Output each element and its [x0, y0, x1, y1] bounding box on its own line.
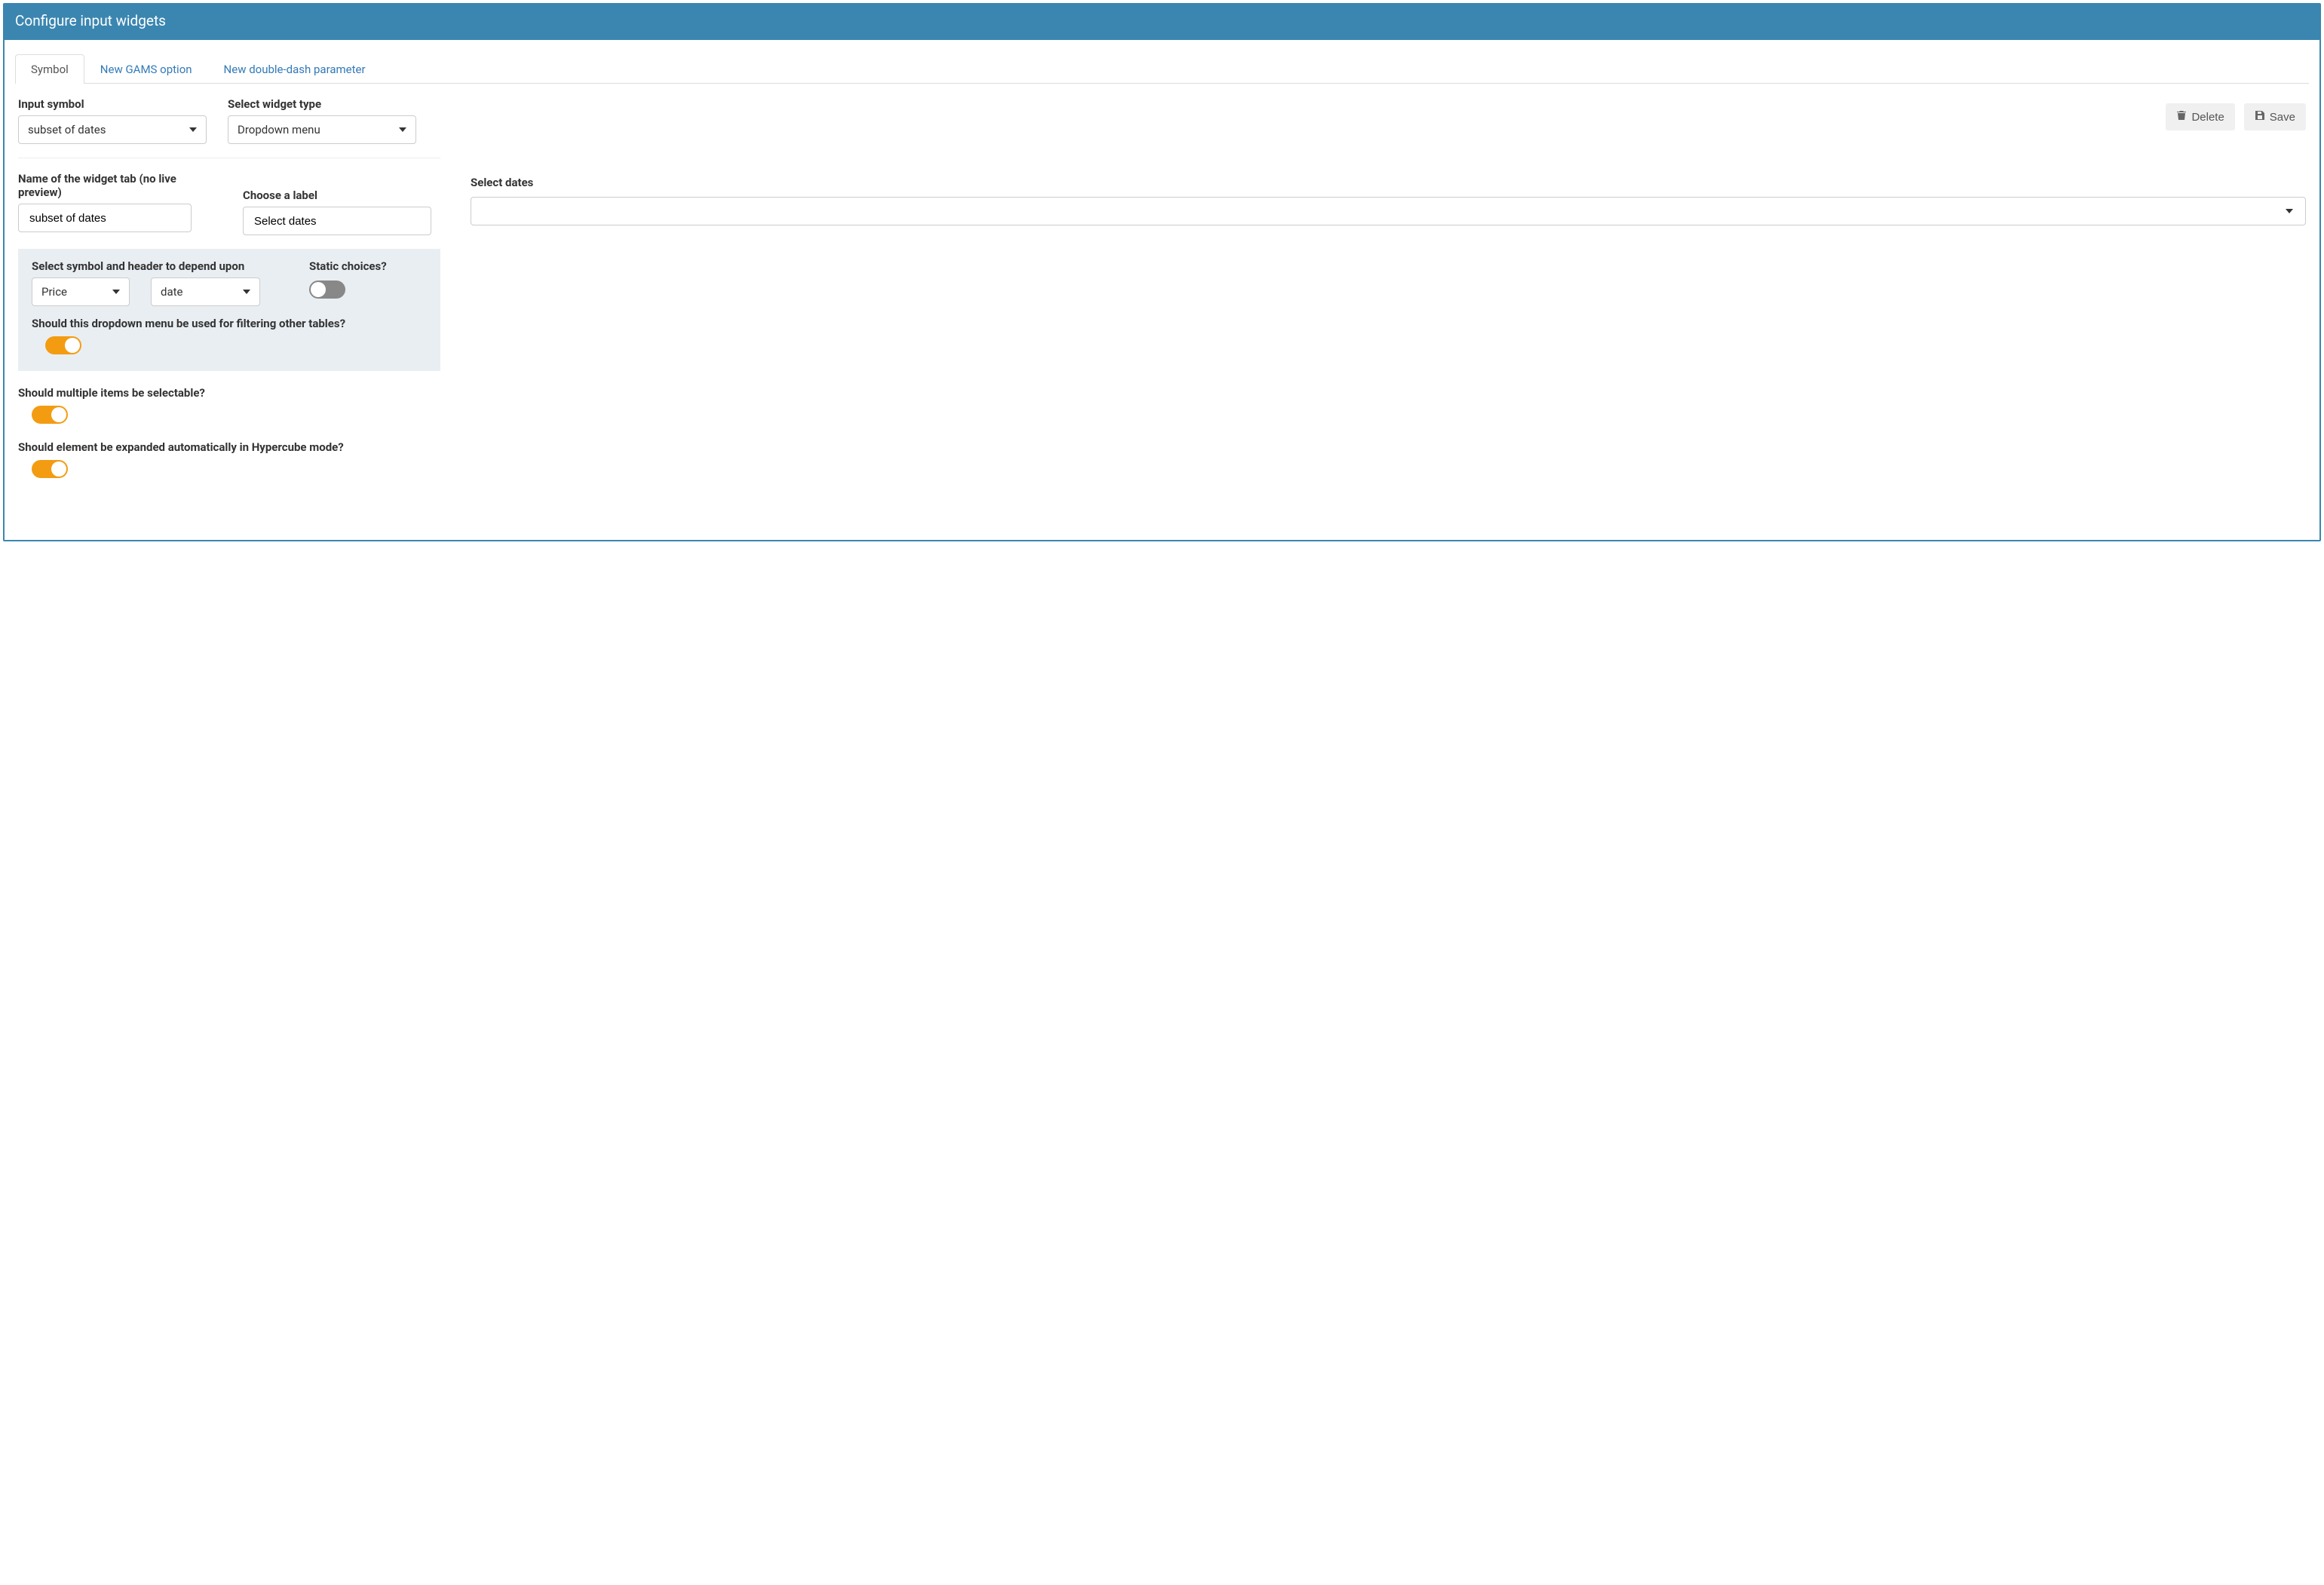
row-symbol-widget-type: Input symbol subset of dates Select widg… — [18, 97, 440, 144]
tab-label: New double-dash parameter — [224, 63, 366, 76]
toggle-auto-expand[interactable] — [32, 460, 68, 478]
trash-icon — [2176, 110, 2187, 124]
configure-widgets-window: Configure input widgets Symbol New GAMS … — [3, 3, 2321, 541]
select-depend-symbol-value: Price — [41, 285, 67, 299]
select-widget-type-value: Dropdown menu — [238, 123, 320, 136]
chevron-down-icon — [243, 290, 250, 294]
input-choose-label-wrapper — [243, 207, 431, 235]
tab-label: Symbol — [31, 63, 69, 76]
left-column: Input symbol subset of dates Select widg… — [18, 97, 440, 495]
field-choose-label: Choose a label — [243, 172, 431, 235]
label-tab-name: Name of the widget tab (no live preview) — [18, 172, 222, 199]
toggle-knob — [51, 407, 66, 422]
chevron-down-icon — [2286, 209, 2293, 213]
preview-select-dates[interactable] — [471, 197, 2306, 225]
depend-selects: Price date — [32, 277, 288, 306]
row-tabname-label: Name of the widget tab (no live preview)… — [18, 172, 440, 235]
delete-button[interactable]: Delete — [2166, 103, 2234, 130]
window-content: Symbol New GAMS option New double-dash p… — [5, 40, 2319, 540]
chevron-down-icon — [399, 127, 406, 132]
select-depend-symbol[interactable]: Price — [32, 277, 130, 306]
label-choose-label: Choose a label — [243, 189, 431, 202]
tabs: Symbol New GAMS option New double-dash p… — [15, 54, 2309, 84]
toggle-knob — [311, 282, 326, 297]
toggle-knob — [65, 338, 80, 353]
window-title: Configure input widgets — [5, 5, 2319, 40]
window-title-text: Configure input widgets — [15, 12, 166, 29]
tab-symbol[interactable]: Symbol — [15, 54, 84, 84]
field-depend: Select symbol and header to depend upon … — [32, 259, 288, 306]
input-tab-name-wrapper — [18, 204, 192, 232]
select-input-symbol[interactable]: subset of dates — [18, 115, 207, 144]
select-widget-type[interactable]: Dropdown menu — [228, 115, 416, 144]
chevron-down-icon — [189, 127, 197, 132]
action-bar: Delete Save — [471, 97, 2306, 130]
field-input-symbol: Input symbol subset of dates — [18, 97, 207, 144]
tab-new-double-dash-parameter[interactable]: New double-dash parameter — [208, 54, 382, 84]
select-input-symbol-value: subset of dates — [28, 123, 106, 136]
toggle-filter-tables[interactable] — [45, 336, 81, 354]
main-area: Input symbol subset of dates Select widg… — [15, 84, 2309, 495]
preview-area: Select dates — [471, 176, 2306, 225]
field-filter-tables: Should this dropdown menu be used for fi… — [32, 317, 427, 354]
toggle-multi-select[interactable] — [32, 406, 68, 424]
select-depend-header[interactable]: date — [151, 277, 260, 306]
label-static-choices: Static choices? — [309, 259, 387, 273]
preview-label: Select dates — [471, 176, 533, 189]
chevron-down-icon — [112, 290, 120, 294]
panel-row-1: Select symbol and header to depend upon … — [32, 259, 427, 306]
label-widget-type: Select widget type — [228, 97, 416, 111]
input-tab-name[interactable] — [28, 211, 182, 225]
field-tab-name: Name of the widget tab (no live preview) — [18, 172, 222, 232]
field-widget-type: Select widget type Dropdown menu — [228, 97, 416, 144]
label-filter-tables: Should this dropdown menu be used for fi… — [32, 317, 427, 330]
dependency-panel: Select symbol and header to depend upon … — [18, 249, 440, 371]
label-input-symbol: Input symbol — [18, 97, 207, 111]
tab-label: New GAMS option — [100, 63, 192, 76]
delete-button-label: Delete — [2191, 111, 2224, 124]
save-button-label: Save — [2270, 111, 2295, 124]
label-multi-select: Should multiple items be selectable? — [18, 386, 440, 400]
tab-new-gams-option[interactable]: New GAMS option — [84, 54, 208, 84]
toggle-static-choices[interactable] — [309, 281, 345, 299]
field-multi-select: Should multiple items be selectable? — [18, 386, 440, 424]
input-choose-label[interactable] — [253, 214, 422, 228]
field-static-choices: Static choices? — [309, 259, 387, 299]
toggle-knob — [51, 461, 66, 477]
select-depend-header-value: date — [161, 285, 182, 299]
field-auto-expand: Should element be expanded automatically… — [18, 440, 440, 478]
save-button[interactable]: Save — [2244, 103, 2306, 130]
label-depend: Select symbol and header to depend upon — [32, 259, 288, 273]
right-column: Delete Save Select dates — [471, 97, 2306, 495]
label-auto-expand: Should element be expanded automatically… — [18, 440, 440, 454]
save-icon — [2255, 110, 2265, 124]
